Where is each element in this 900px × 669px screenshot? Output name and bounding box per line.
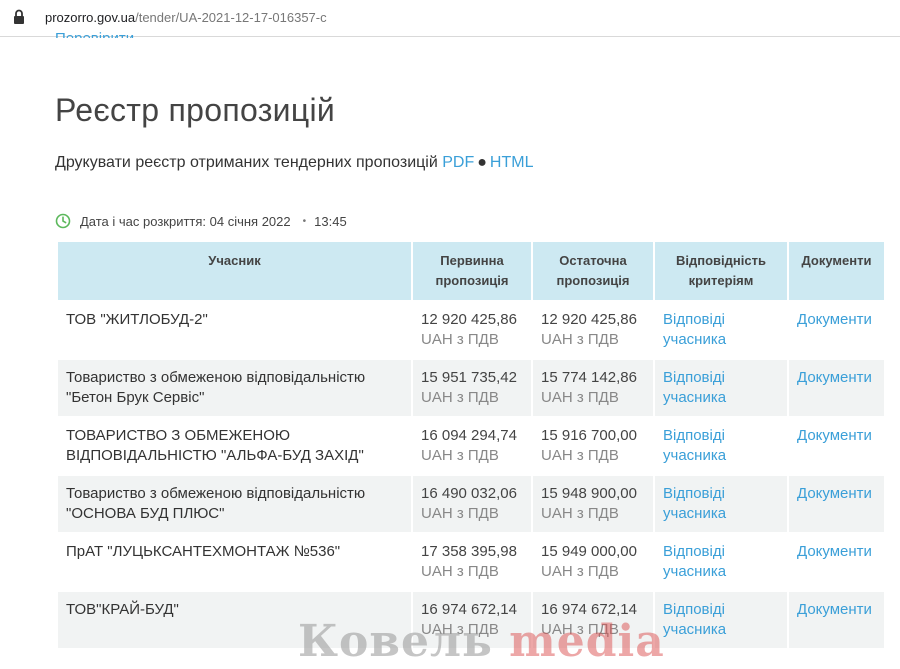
criteria-cell: Відповіді учасника — [655, 592, 787, 648]
currency-vat: UAH з ПДВ — [541, 447, 619, 464]
participant-answers-link[interactable]: Відповіді учасника — [663, 310, 779, 350]
documents-link[interactable]: Документи — [797, 542, 876, 562]
criteria-cell: Відповіді учасника — [655, 534, 787, 590]
final-amount: 15 948 900,00 — [541, 485, 637, 502]
final-amount: 15 949 000,00 — [541, 543, 637, 560]
currency-vat: UAH з ПДВ — [421, 331, 499, 348]
criteria-cell: Відповіді учасника — [655, 302, 787, 358]
table-row: ТОВАРИСТВО З ОБМЕЖЕНОЮ ВІДПОВІДАЛЬНІСТЮ … — [58, 418, 884, 474]
documents-link[interactable]: Документи — [797, 426, 876, 446]
table-row: Товариство з обмеженою відповідальністю … — [58, 360, 884, 416]
url-path: /tender/UA-2021-12-17-016357-c — [135, 10, 327, 25]
opening-date: Дата і час розкриття: 04 січня 2022 • 13… — [55, 213, 347, 229]
initial-amount: 12 920 425,86 — [421, 311, 517, 328]
criteria-cell: Відповіді учасника — [655, 418, 787, 474]
print-text: Друкувати реєстр отриманих тендерних про… — [55, 154, 438, 171]
final-amount: 15 916 700,00 — [541, 427, 637, 444]
documents-cell: Документи — [789, 302, 884, 358]
table-row: ТОВ "ЖИТЛОБУД-2" 12 920 425,86 UAH з ПДВ … — [58, 302, 884, 358]
documents-cell: Документи — [789, 360, 884, 416]
page-title: Реєстр пропозицій — [55, 92, 336, 128]
header-participant: Учасник — [58, 242, 411, 300]
initial-offer: 12 920 425,86 UAH з ПДВ — [413, 302, 531, 358]
verify-link[interactable]: Перевірити — [55, 30, 134, 38]
initial-offer: 15 951 735,42 UAH з ПДВ — [413, 360, 531, 416]
participant-answers-link[interactable]: Відповіді учасника — [663, 426, 779, 466]
initial-offer: 16 490 032,06 UAH з ПДВ — [413, 476, 531, 532]
documents-link[interactable]: Документи — [797, 368, 876, 388]
opening-time: 13:45 — [314, 213, 347, 229]
participant-name: ПрАТ "ЛУЦЬКСАНТЕХМОНТАЖ №536" — [58, 534, 411, 590]
final-amount: 15 774 142,86 — [541, 369, 637, 386]
watermark-part-kovel: Ковель — [298, 616, 493, 667]
currency-vat: UAH з ПДВ — [421, 447, 499, 464]
documents-link[interactable]: Документи — [797, 600, 876, 620]
bullet-separator: ● — [477, 154, 487, 171]
browser-address-bar[interactable]: prozorro.gov.ua/tender/UA-2021-12-17-016… — [0, 0, 900, 37]
header-initial-offer: Первинна пропозиція — [413, 242, 531, 300]
documents-cell: Документи — [789, 476, 884, 532]
opening-date-label: Дата і час розкриття: 04 січня 2022 — [80, 213, 291, 229]
watermark-part-media: media — [509, 616, 665, 667]
clock-icon — [55, 213, 71, 229]
documents-cell: Документи — [789, 534, 884, 590]
participant-answers-link[interactable]: Відповіді учасника — [663, 368, 779, 408]
lock-icon — [14, 9, 24, 24]
initial-offer: 16 094 294,74 UAH з ПДВ — [413, 418, 531, 474]
bids-table: Учасник Первинна пропозиція Остаточна пр… — [56, 240, 886, 650]
participant-name: Товариство з обмеженою відповідальністю … — [58, 360, 411, 416]
criteria-cell: Відповіді учасника — [655, 476, 787, 532]
final-offer: 15 916 700,00 UAH з ПДВ — [533, 418, 653, 474]
initial-amount: 16 490 032,06 — [421, 485, 517, 502]
documents-cell: Документи — [789, 592, 884, 648]
url-host: prozorro.gov.ua — [45, 10, 136, 25]
html-link[interactable]: HTML — [490, 154, 534, 171]
table-header-row: Учасник Первинна пропозиція Остаточна пр… — [58, 242, 884, 300]
participant-answers-link[interactable]: Відповіді учасника — [663, 484, 779, 524]
final-offer: 12 920 425,86 UAH з ПДВ — [533, 302, 653, 358]
participant-name: ТОВАРИСТВО З ОБМЕЖЕНОЮ ВІДПОВІДАЛЬНІСТЮ … — [58, 418, 411, 474]
currency-vat: UAH з ПДВ — [421, 505, 499, 522]
header-final-offer: Остаточна пропозиція — [533, 242, 653, 300]
final-offer: 15 948 900,00 UAH з ПДВ — [533, 476, 653, 532]
participant-name: Товариство з обмеженою відповідальністю … — [58, 476, 411, 532]
final-amount: 12 920 425,86 — [541, 311, 637, 328]
date-time-separator: • — [302, 215, 307, 227]
final-offer: 15 774 142,86 UAH з ПДВ — [533, 360, 653, 416]
initial-amount: 15 951 735,42 — [421, 369, 517, 386]
participant-answers-link[interactable]: Відповіді учасника — [663, 600, 779, 640]
initial-amount: 17 358 395,98 — [421, 543, 517, 560]
watermark-logo: Ковель media — [298, 616, 665, 667]
documents-link[interactable]: Документи — [797, 310, 876, 330]
currency-vat: UAH з ПДВ — [421, 389, 499, 406]
header-documents: Документи — [789, 242, 884, 300]
final-offer: 15 949 000,00 UAH з ПДВ — [533, 534, 653, 590]
initial-amount: 16 094 294,74 — [421, 427, 517, 444]
participant-name: ТОВ "ЖИТЛОБУД-2" — [58, 302, 411, 358]
documents-cell: Документи — [789, 418, 884, 474]
initial-offer: 17 358 395,98 UAH з ПДВ — [413, 534, 531, 590]
header-criteria: Відповідність критеріям — [655, 242, 787, 300]
currency-vat: UAH з ПДВ — [421, 563, 499, 580]
print-registry-line: Друкувати реєстр отриманих тендерних про… — [55, 154, 533, 172]
criteria-cell: Відповіді учасника — [655, 360, 787, 416]
currency-vat: UAH з ПДВ — [541, 331, 619, 348]
currency-vat: UAH з ПДВ — [541, 505, 619, 522]
pdf-link[interactable]: PDF — [442, 154, 474, 171]
participant-answers-link[interactable]: Відповіді учасника — [663, 542, 779, 582]
currency-vat: UAH з ПДВ — [541, 389, 619, 406]
currency-vat: UAH з ПДВ — [541, 563, 619, 580]
table-row: Товариство з обмеженою відповідальністю … — [58, 476, 884, 532]
url-text[interactable]: prozorro.gov.ua/tender/UA-2021-12-17-016… — [45, 10, 327, 25]
table-row: ПрАТ "ЛУЦЬКСАНТЕХМОНТАЖ №536" 17 358 395… — [58, 534, 884, 590]
documents-link[interactable]: Документи — [797, 484, 876, 504]
